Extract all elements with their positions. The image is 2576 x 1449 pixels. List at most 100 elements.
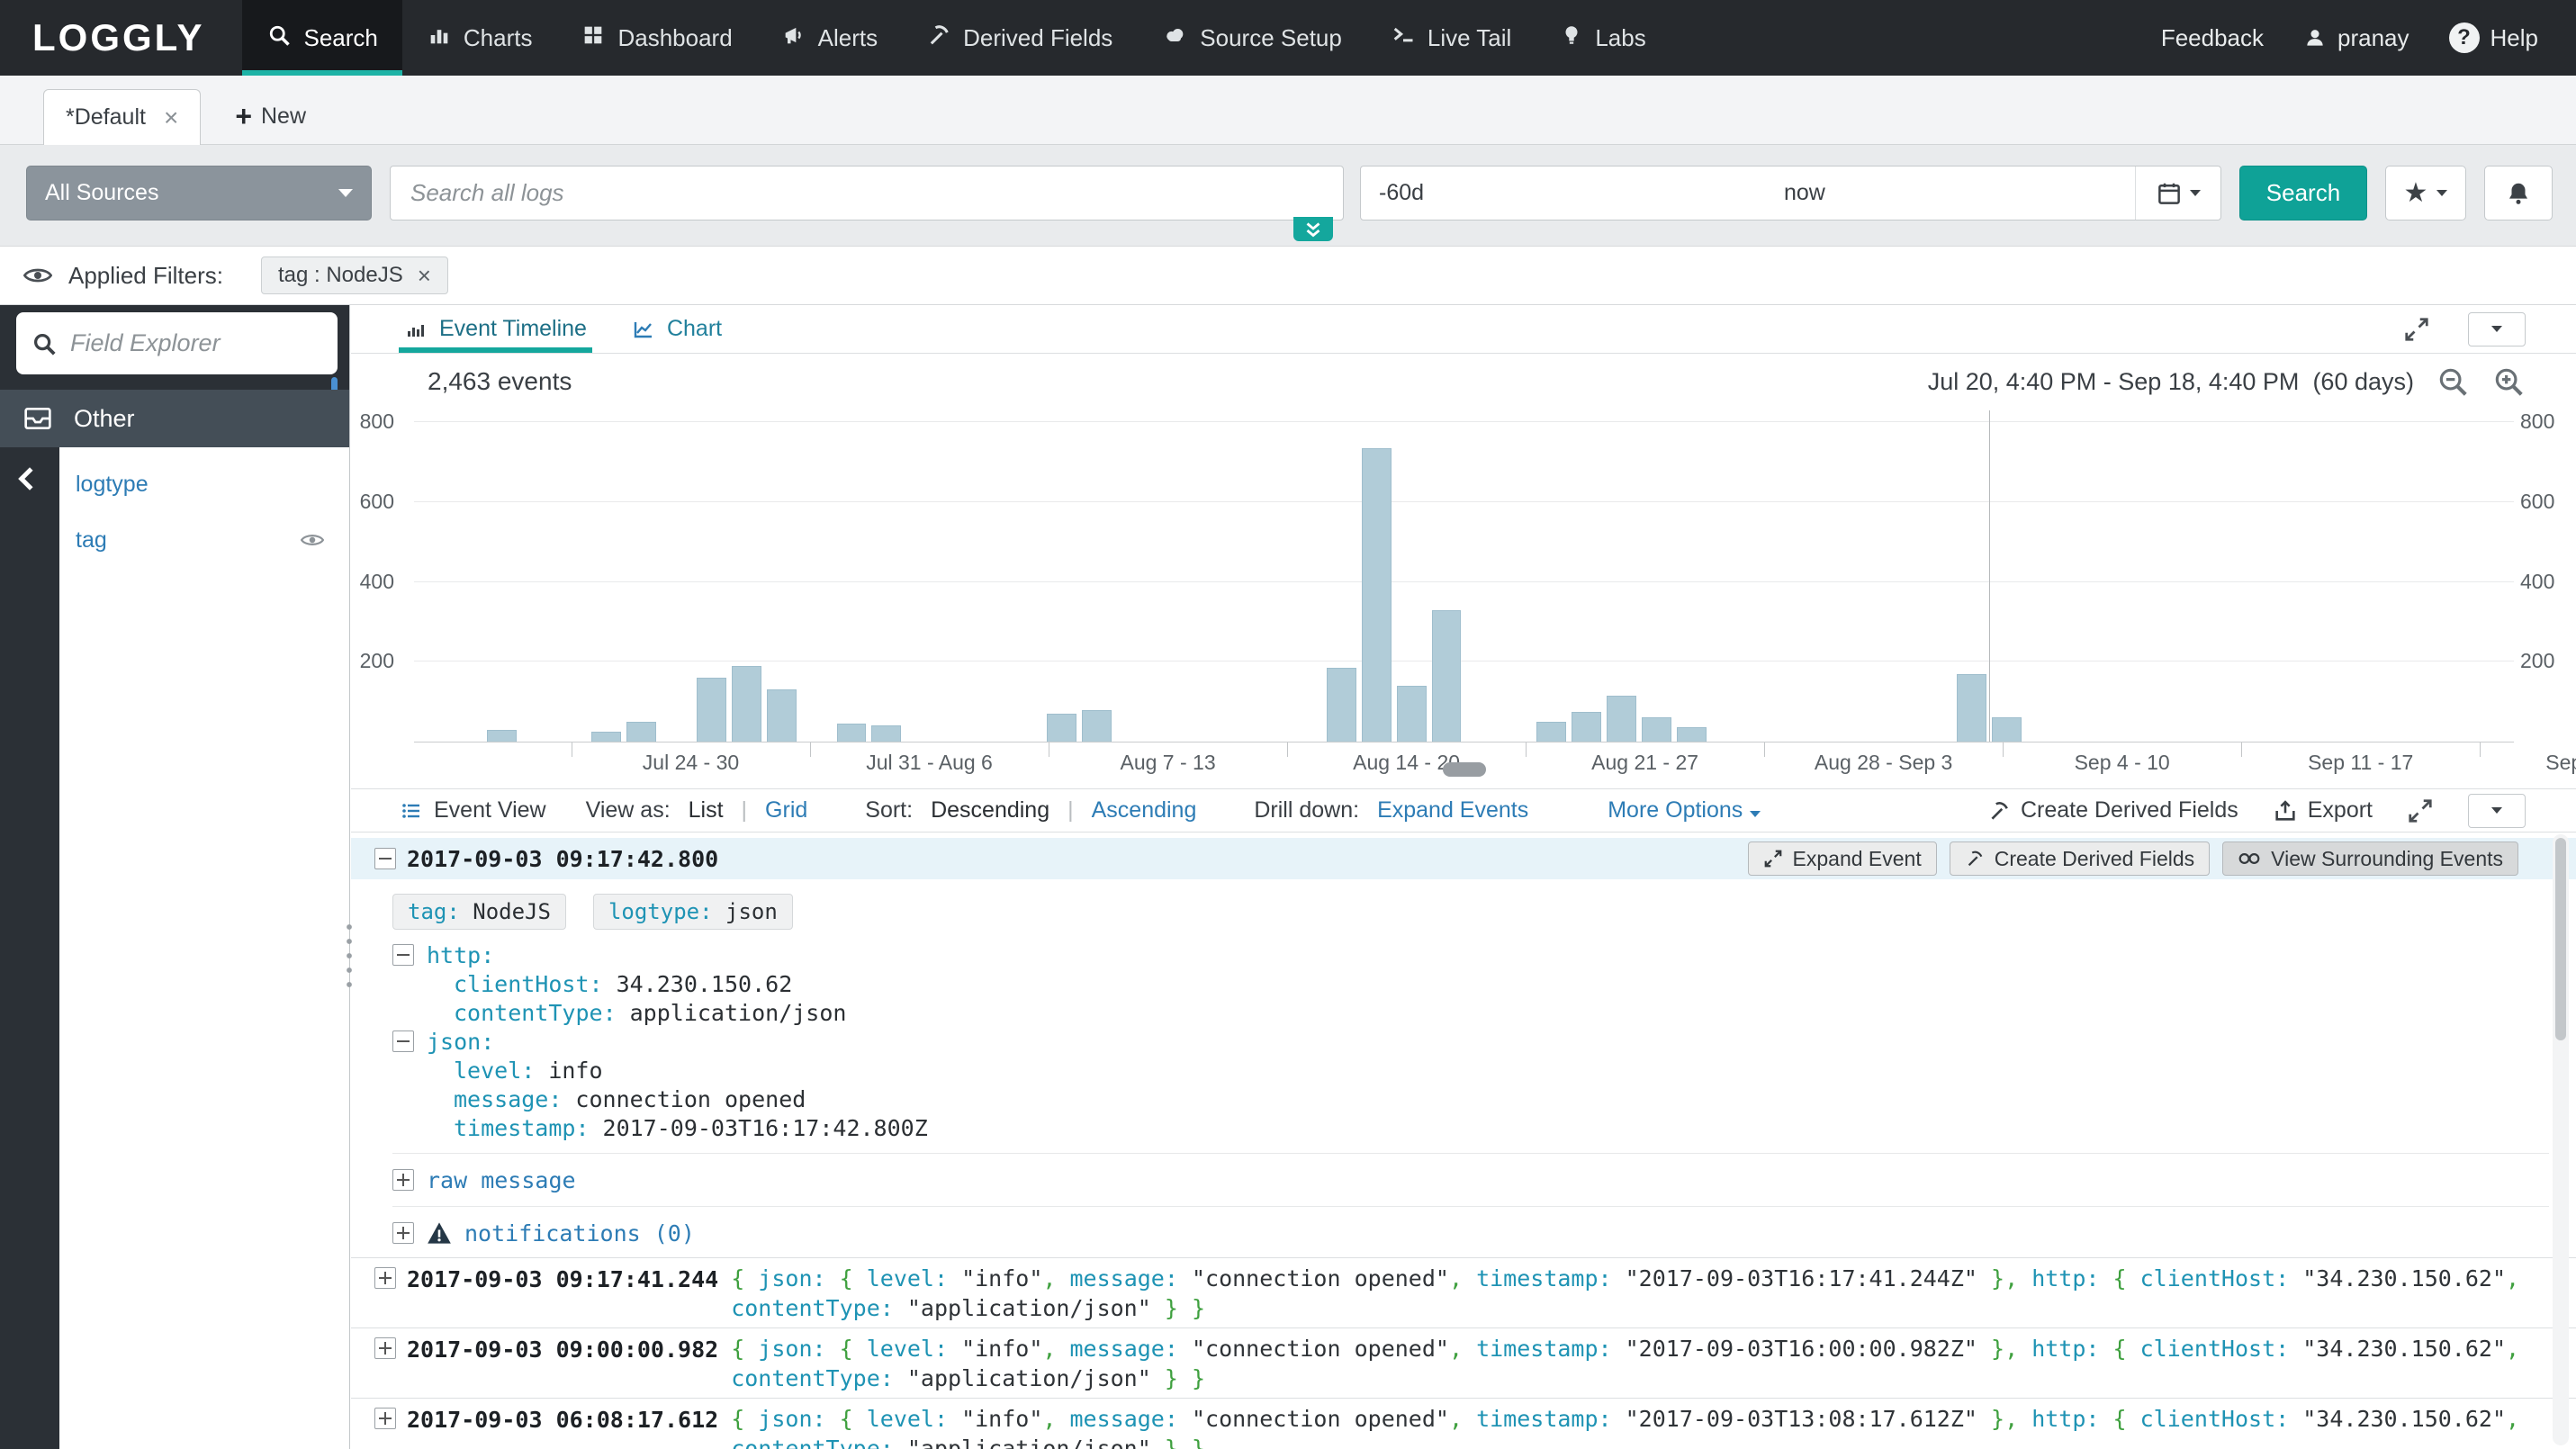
sidebar-collapse-rail[interactable] [0, 447, 59, 1449]
chart-bar-aug-21[interactable] [1536, 722, 1566, 742]
tree-key: timestamp: [454, 1115, 590, 1141]
event-view-menu[interactable]: Event View [399, 797, 546, 824]
view-as-list-option[interactable]: List [689, 797, 724, 824]
sidebar-section-other[interactable]: Other [0, 390, 349, 447]
time-to-input[interactable] [1766, 166, 2135, 220]
expand-events-panel-icon[interactable] [2407, 797, 2434, 824]
expand-raw-message-icon[interactable] [392, 1169, 414, 1191]
chart-bar-aug-1[interactable] [837, 724, 867, 742]
gridline [414, 661, 2514, 662]
collapse-node-icon[interactable] [392, 944, 414, 966]
chart-bar-jul-26[interactable] [626, 722, 656, 742]
export-button[interactable]: Export [2273, 797, 2373, 824]
chart-bar-sep-3[interactable] [1992, 717, 2022, 742]
chart-bar-aug-2[interactable] [871, 725, 901, 742]
expand-notifications-icon[interactable] [392, 1222, 414, 1244]
nav-charts[interactable]: Charts [402, 0, 557, 76]
chart-bar-aug-24[interactable] [1642, 717, 1671, 742]
tab-event-timeline[interactable]: Event Timeline [399, 305, 592, 353]
sort-descending-option[interactable]: Descending [931, 797, 1049, 824]
create-derived-fields-event-button[interactable]: Create Derived Fields [1950, 842, 2210, 876]
collapse-node-icon[interactable] [392, 1030, 414, 1052]
event-row-3[interactable]: 2017-09-03 06:08:17.612{ json: { level: … [351, 1398, 2576, 1449]
events-scrollbar[interactable] [2553, 834, 2569, 1445]
chart-bar-aug-16[interactable] [1362, 448, 1392, 742]
time-from-input[interactable] [1361, 166, 1766, 220]
chart-pan-handle[interactable] [1443, 762, 1486, 777]
expand-query-toggle[interactable] [1293, 217, 1333, 241]
all-sources-dropdown[interactable]: All Sources [26, 166, 372, 220]
field-visibility-eye-icon[interactable] [301, 532, 324, 548]
new-tab-button[interactable]: + New [235, 88, 306, 144]
nav-source-setup[interactable]: Source Setup [1137, 0, 1366, 76]
chip-tag[interactable]: tag: NodeJS [392, 894, 566, 930]
field-link-logtype[interactable]: logtype [76, 472, 149, 498]
nav-search[interactable]: Search [242, 0, 401, 76]
chart-bar-jul-29[interactable] [732, 666, 761, 742]
zoom-in-icon[interactable] [2491, 364, 2526, 399]
sidebar-resize-handle[interactable] [345, 920, 354, 990]
feedback-link[interactable]: Feedback [2161, 24, 2264, 52]
event-row-1[interactable]: 2017-09-03 09:17:41.244{ json: { level: … [351, 1257, 2576, 1328]
events-options-dropdown[interactable] [2468, 794, 2526, 828]
help-menu[interactable]: ? Help [2449, 22, 2538, 53]
expanded-event-header[interactable]: 2017-09-03 09:17:42.800 Expand Event Cre… [351, 838, 2576, 879]
chart-bar-aug-17[interactable] [1397, 686, 1427, 742]
alerts-bell-button[interactable] [2484, 166, 2553, 220]
events-scrollbar-thumb[interactable] [2555, 838, 2566, 1040]
user-menu[interactable]: pranay [2303, 24, 2409, 52]
loggly-logo[interactable]: LOGGLY [0, 0, 242, 76]
chart-bar-aug-7[interactable] [1047, 714, 1076, 742]
chart-bar-aug-18[interactable] [1432, 610, 1462, 742]
expand-event-icon[interactable] [374, 1408, 396, 1429]
top-navbar: LOGGLY Search Charts Dashboard Alerts De… [0, 0, 2576, 76]
expand-timeline-icon[interactable] [2403, 316, 2430, 343]
chart-bar-jul-22[interactable] [487, 730, 517, 742]
nav-labs[interactable]: Labs [1536, 0, 1670, 76]
tab-chart[interactable]: Chart [626, 305, 727, 353]
sort-ascending-option[interactable]: Ascending [1092, 797, 1197, 824]
chart-bar-jul-30[interactable] [767, 689, 797, 742]
chart-bar-sep-2[interactable] [1957, 674, 1986, 742]
calendar-button[interactable] [2135, 166, 2220, 220]
more-options-dropdown[interactable]: More Options [1608, 797, 1761, 824]
view-as-grid-option[interactable]: Grid [765, 797, 807, 824]
chip-tag-value: NodeJS [473, 899, 551, 924]
chart-plot[interactable] [414, 410, 2514, 742]
create-derived-fields-button[interactable]: Create Derived Fields [1987, 797, 2238, 824]
expand-event-icon[interactable] [374, 1267, 396, 1289]
nav-alerts[interactable]: Alerts [757, 0, 902, 76]
chart-bar-aug-22[interactable] [1572, 712, 1601, 742]
chart-bar-aug-15[interactable] [1327, 668, 1356, 742]
plus-icon: + [235, 102, 252, 130]
chart-bar-aug-8[interactable] [1082, 710, 1112, 742]
filter-chip-tag-nodejs[interactable]: tag : NodeJS × [261, 256, 448, 294]
chart-bar-aug-25[interactable] [1677, 727, 1707, 742]
tab-default[interactable]: *Default × [43, 89, 201, 145]
chip-logtype[interactable]: logtype: json [593, 894, 793, 930]
search-button[interactable]: Search [2239, 166, 2367, 220]
expand-event-icon[interactable] [374, 1337, 396, 1359]
notifications-label[interactable]: notifications (0) [464, 1220, 695, 1246]
field-link-tag[interactable]: tag [76, 527, 107, 554]
expand-event-button[interactable]: Expand Event [1748, 842, 1937, 876]
saved-searches-button[interactable]: ★ [2385, 166, 2466, 220]
close-tab-icon[interactable]: × [164, 105, 178, 130]
chart-bar-jul-28[interactable] [697, 678, 726, 742]
timeline-options-dropdown[interactable] [2468, 312, 2526, 346]
collapse-sidebar-icon[interactable] [18, 467, 41, 490]
chart-bar-jul-25[interactable] [591, 732, 621, 742]
raw-message-label[interactable]: raw message [427, 1167, 576, 1193]
nav-derived-fields[interactable]: Derived Fields [902, 0, 1137, 76]
nav-dashboard[interactable]: Dashboard [556, 0, 756, 76]
remove-filter-icon[interactable]: × [418, 264, 431, 287]
zoom-out-icon[interactable] [2436, 364, 2470, 399]
nav-live-tail[interactable]: Live Tail [1366, 0, 1536, 76]
search-input[interactable] [390, 166, 1344, 220]
expand-events-link[interactable]: Expand Events [1377, 797, 1528, 824]
chart-bar-aug-23[interactable] [1607, 696, 1636, 742]
collapse-event-icon[interactable] [374, 848, 396, 869]
view-surrounding-events-button[interactable]: View Surrounding Events [2222, 842, 2518, 876]
field-explorer-input[interactable] [70, 329, 323, 357]
event-row-2[interactable]: 2017-09-03 09:00:00.982{ json: { level: … [351, 1328, 2576, 1398]
